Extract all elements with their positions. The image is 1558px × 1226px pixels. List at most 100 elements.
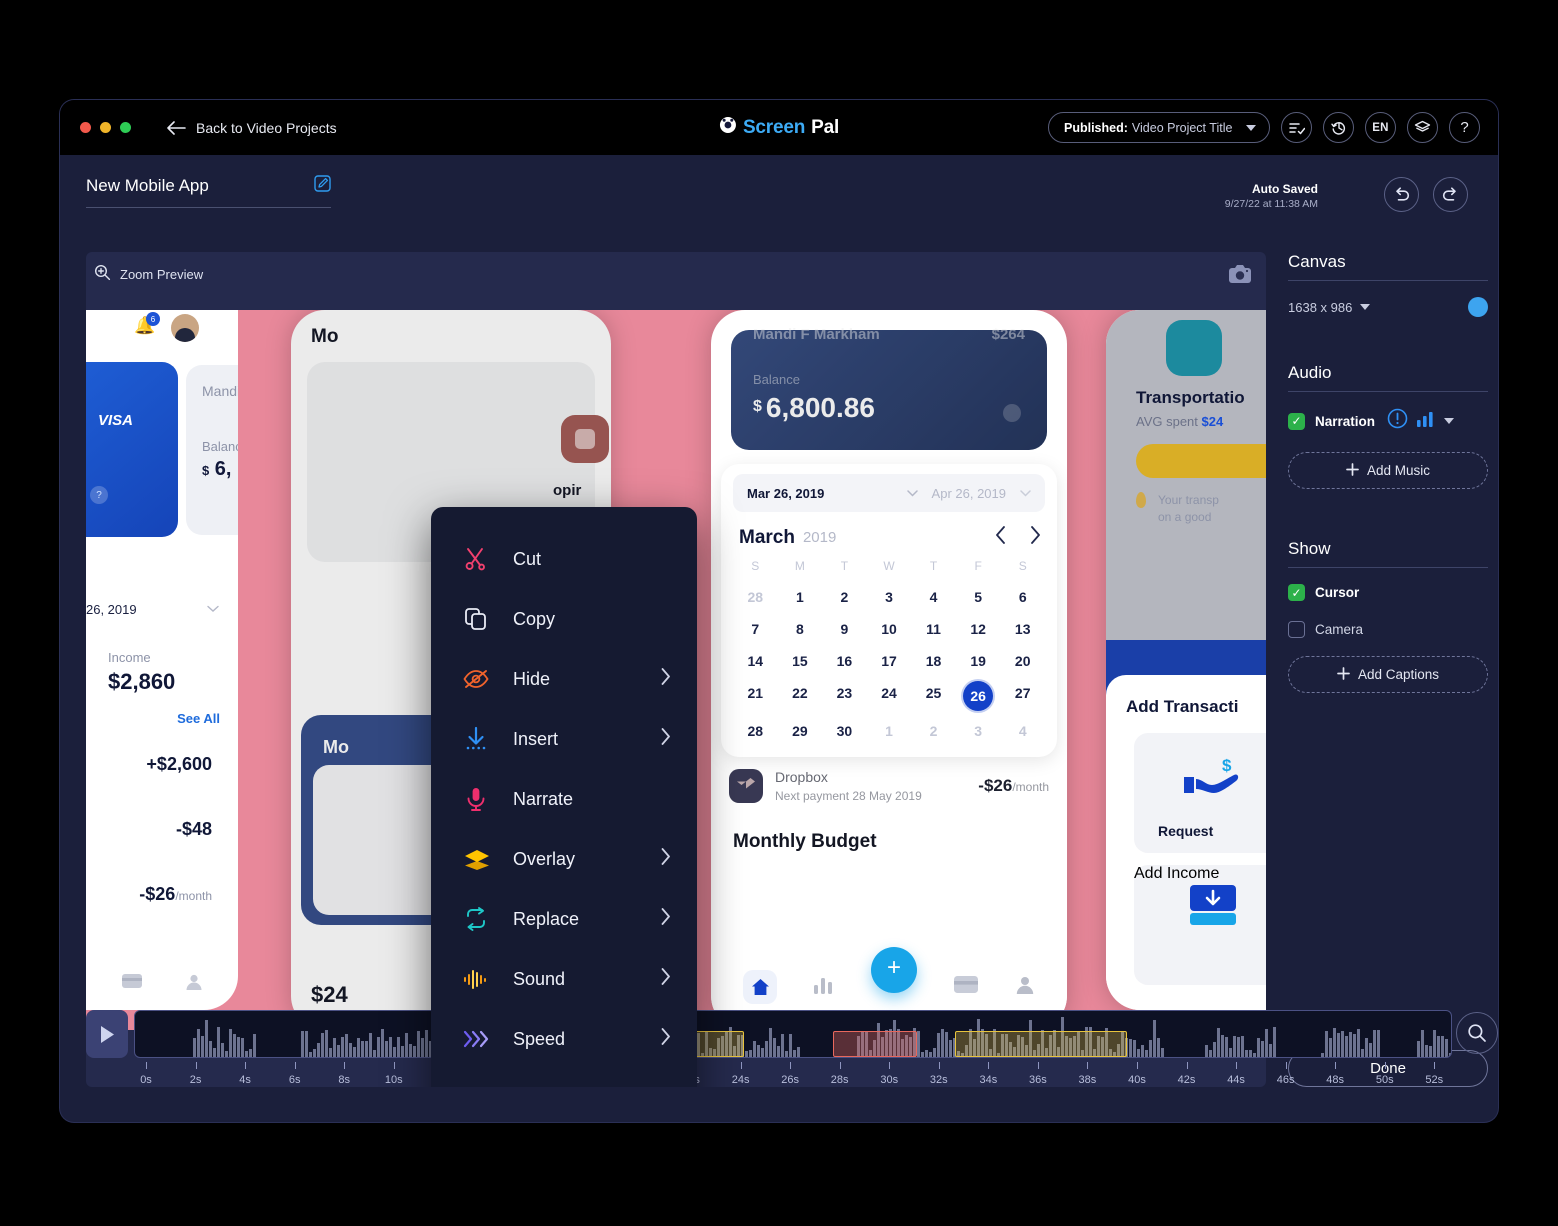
calendar-day[interactable]: 5	[956, 585, 1001, 609]
calendar-day[interactable]: 21	[733, 681, 778, 711]
menu-item-copy[interactable]: Copy	[431, 589, 697, 649]
calendar-day[interactable]: 15	[778, 649, 823, 673]
home-nav-icon[interactable]	[743, 970, 777, 1004]
calendar-day[interactable]: 27	[1000, 681, 1045, 711]
menu-item-insert[interactable]: Insert	[431, 709, 697, 769]
context-menu[interactable]: Cut Copy Hide Insert Narrate Overlay Rep…	[431, 507, 697, 1087]
calendar-next-button[interactable]	[1030, 526, 1041, 549]
close-window-button[interactable]	[80, 122, 91, 133]
calendar-day[interactable]: 1	[867, 719, 912, 743]
timeline-selection-2[interactable]	[833, 1031, 917, 1057]
calendar-day[interactable]: 13	[1000, 617, 1045, 641]
calendar-day[interactable]: 3	[867, 585, 912, 609]
layers-button[interactable]	[1407, 112, 1438, 143]
calendar-day[interactable]: 19	[956, 649, 1001, 673]
help-button[interactable]: ?	[1449, 112, 1480, 143]
menu-item-replace[interactable]: Replace	[431, 889, 697, 949]
balance-label: Balance	[753, 372, 800, 387]
calendar-day[interactable]: 3	[956, 719, 1001, 743]
menu-item-transition[interactable]: Transition	[431, 1069, 697, 1087]
calendar-day[interactable]: 2	[911, 719, 956, 743]
canvas-size-select[interactable]: 1638 x 986	[1288, 300, 1371, 315]
calendar-widget[interactable]: Mar 26, 2019 Apr 26, 2019 March 2019 S M…	[721, 464, 1057, 757]
calendar-day[interactable]: 11	[911, 617, 956, 641]
phone1-bottom-nav	[86, 973, 238, 996]
minimize-window-button[interactable]	[100, 122, 111, 133]
cursor-checkbox[interactable]: ✓	[1288, 584, 1305, 601]
calendar-day[interactable]: 16	[822, 649, 867, 673]
undo-button[interactable]	[1384, 177, 1419, 212]
maximize-window-button[interactable]	[120, 122, 131, 133]
waveform-bar	[1241, 1035, 1244, 1057]
see-all-link[interactable]: See All	[86, 711, 238, 726]
redo-button[interactable]	[1433, 177, 1468, 212]
narration-checkbox[interactable]: ✓	[1288, 412, 1305, 430]
date-selector[interactable]: 26, 2019	[86, 592, 238, 618]
history-button[interactable]	[1323, 112, 1354, 143]
narration-options-chevron-down-icon[interactable]	[1444, 418, 1455, 424]
calendar-day[interactable]: 20	[1000, 649, 1045, 673]
narration-level-icon[interactable]	[1417, 411, 1435, 432]
phone4-action-pill[interactable]	[1136, 444, 1266, 478]
card-nav-icon[interactable]	[953, 975, 979, 999]
calendar-day[interactable]: 28	[733, 719, 778, 743]
calendar-day[interactable]: 29	[778, 719, 823, 743]
menu-item-overlay[interactable]: Overlay	[431, 829, 697, 889]
calendar-day[interactable]: 12	[956, 617, 1001, 641]
menu-item-cut[interactable]: Cut	[431, 529, 697, 589]
waveform-bar	[1153, 1020, 1156, 1057]
calendar-day[interactable]: 8	[778, 617, 823, 641]
back-to-video-projects-link[interactable]: Back to Video Projects	[166, 120, 337, 136]
canvas-color-swatch[interactable]	[1468, 297, 1488, 317]
calendar-day[interactable]: 6	[1000, 585, 1045, 609]
timeline-track[interactable]	[134, 1010, 1452, 1058]
timeline-selection-3[interactable]	[955, 1031, 1127, 1057]
calendar-day[interactable]: 10	[867, 617, 912, 641]
zoom-preview-button[interactable]: Zoom Preview	[94, 264, 203, 284]
camera-checkbox[interactable]	[1288, 621, 1305, 638]
menu-item-speed[interactable]: Speed	[431, 1009, 697, 1069]
calendar-day[interactable]: 22	[778, 681, 823, 711]
camera-icon[interactable]	[1228, 264, 1252, 289]
add-music-button[interactable]: Add Music	[1288, 452, 1488, 489]
calendar-day[interactable]: 4	[911, 585, 956, 609]
waveform-bar	[933, 1047, 936, 1057]
calendar-grid[interactable]: S M T W T F S 28 1 2 3 4 5 6 7 8 9 10 11 12 13 14 15 16 17 18 19 20…	[733, 559, 1045, 743]
calendar-day[interactable]: 1	[778, 585, 823, 609]
calendar-day[interactable]: 17	[867, 649, 912, 673]
card-nav-icon[interactable]	[121, 973, 143, 996]
timeline-zoom-search-button[interactable]	[1456, 1012, 1498, 1054]
edit-title-icon[interactable]	[314, 175, 331, 197]
calendar-prev-button[interactable]	[995, 526, 1006, 549]
language-button[interactable]: EN	[1365, 112, 1396, 143]
calendar-day[interactable]: 9	[822, 617, 867, 641]
calendar-day[interactable]: 2	[822, 585, 867, 609]
calendar-day[interactable]: 24	[867, 681, 912, 711]
add-captions-button[interactable]: Add Captions	[1288, 656, 1488, 693]
date-range-selector[interactable]: Mar 26, 2019 Apr 26, 2019	[733, 474, 1045, 512]
calendar-day[interactable]: 25	[911, 681, 956, 711]
menu-item-sound[interactable]: Sound	[431, 949, 697, 1009]
calendar-day[interactable]: 30	[822, 719, 867, 743]
calendar-day[interactable]: 28	[733, 585, 778, 609]
play-button[interactable]	[86, 1010, 128, 1058]
project-title-field[interactable]: New Mobile App	[86, 175, 331, 208]
narration-warning-icon[interactable]	[1387, 408, 1408, 434]
timeline-tick-label: 38s	[1078, 1074, 1097, 1086]
request-tile[interactable]: $ Request	[1134, 733, 1266, 853]
calendar-day[interactable]: 7	[733, 617, 778, 641]
publish-status-select[interactable]: Published: Video Project Title	[1048, 112, 1270, 143]
calendar-day[interactable]: 23	[822, 681, 867, 711]
calendar-day[interactable]: 18	[911, 649, 956, 673]
add-transaction-fab[interactable]: +	[871, 947, 917, 993]
profile-nav-icon[interactable]	[185, 973, 203, 996]
checklist-button[interactable]	[1281, 112, 1312, 143]
calendar-day[interactable]: 4	[1000, 719, 1045, 743]
profile-nav-icon[interactable]	[1015, 975, 1035, 1000]
menu-item-narrate[interactable]: Narrate	[431, 769, 697, 829]
menu-item-hide[interactable]: Hide	[431, 649, 697, 709]
calendar-day-selected[interactable]: 26	[963, 681, 994, 711]
stats-nav-icon[interactable]	[813, 976, 835, 999]
add-income-tile[interactable]: Add Income	[1134, 865, 1266, 985]
calendar-day[interactable]: 14	[733, 649, 778, 673]
